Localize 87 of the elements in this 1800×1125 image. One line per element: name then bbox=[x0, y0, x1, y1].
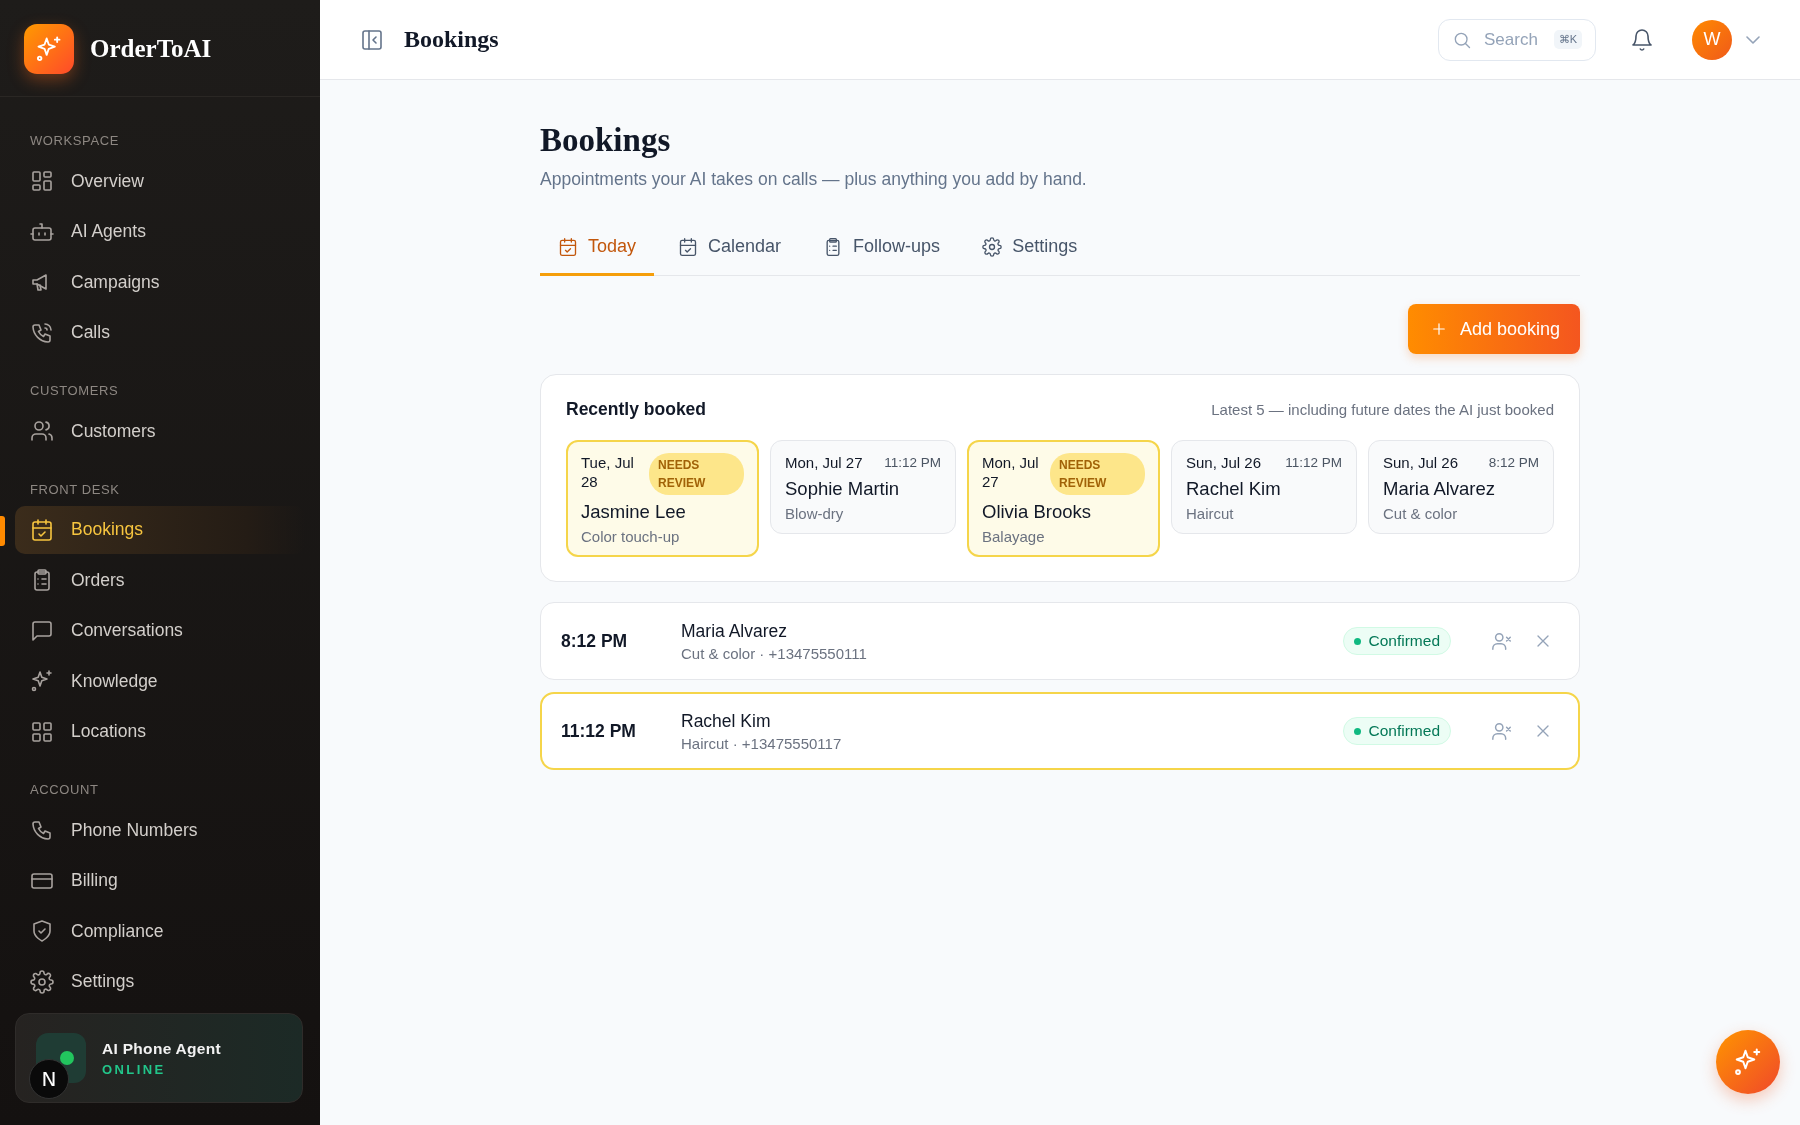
sparkle-icon bbox=[1733, 1047, 1763, 1077]
tab[interactable]: Settings bbox=[964, 222, 1096, 276]
sidebar-item[interactable]: Conversations bbox=[15, 606, 305, 655]
booking-time: 11:12 PM bbox=[884, 454, 941, 472]
phone-call-icon bbox=[30, 320, 54, 345]
sidebar-item[interactable]: Knowledge bbox=[15, 657, 305, 705]
page-subtitle: Appointments your AI takes on calls — plus anything you add by hand. bbox=[540, 169, 1088, 190]
tab[interactable]: Calendar bbox=[660, 222, 800, 276]
booking-date: Sun, Jul 26 bbox=[1383, 453, 1459, 472]
sidebar-item[interactable]: Locations bbox=[15, 707, 305, 756]
agent-title: AI Phone Agent bbox=[102, 1039, 221, 1058]
assistant-button[interactable] bbox=[1716, 1030, 1780, 1094]
grid-icon bbox=[30, 169, 54, 193]
agent-status: ONLINE bbox=[102, 1061, 167, 1077]
sidebar-item[interactable]: Campaigns bbox=[15, 258, 305, 306]
review-badge: NEEDS REVIEW bbox=[1050, 453, 1145, 495]
logo-icon bbox=[24, 24, 74, 74]
sidebar-item[interactable]: Billing bbox=[15, 856, 305, 905]
chat-icon bbox=[30, 618, 54, 643]
booking-time: 11:12 PM bbox=[1285, 454, 1342, 472]
customer-name: Maria Alvarez bbox=[1383, 478, 1497, 500]
sidebar-toggle-icon bbox=[360, 27, 384, 52]
calendar-icon bbox=[30, 517, 54, 542]
chevron-down-icon bbox=[1746, 35, 1760, 44]
section-label: ACCOUNT bbox=[29, 781, 100, 799]
user-remove-icon[interactable] bbox=[1491, 720, 1513, 742]
booking-card[interactable]: Sun, Jul 26 8:12 PM Maria Alvarez Cut & color bbox=[1368, 440, 1554, 534]
service-name: Cut & color bbox=[1383, 505, 1459, 522]
status-pill: Confirmed bbox=[1342, 627, 1451, 655]
booking-date: Tue, Jul 28 bbox=[581, 453, 635, 491]
settings-icon bbox=[982, 236, 1003, 257]
page-title: Bookings bbox=[540, 122, 672, 159]
sparkle-icon bbox=[30, 669, 54, 693]
tab[interactable]: Today bbox=[540, 222, 655, 276]
booking-row[interactable]: 8:12 PM Maria Alvarez Cut & color · +13475550111 Confirmed bbox=[540, 602, 1580, 680]
customer-name: Maria Alvarez bbox=[681, 620, 788, 642]
booking-date: Sun, Jul 26 bbox=[1186, 453, 1262, 472]
sidebar-item[interactable]: Overview bbox=[15, 157, 305, 205]
users-icon bbox=[30, 419, 54, 443]
section-label: WORKSPACE bbox=[29, 132, 120, 150]
customer-name: Jasmine Lee bbox=[581, 501, 687, 523]
calendar-icon bbox=[678, 236, 699, 257]
dev-badge[interactable]: N bbox=[29, 1059, 69, 1099]
bell-icon bbox=[1630, 27, 1654, 52]
booking-card[interactable]: Tue, Jul 28 NEEDS REVIEW Jasmine Lee Color touch-up bbox=[566, 440, 759, 557]
service-name: Balayage bbox=[982, 528, 1046, 545]
section-label: FRONT DESK bbox=[29, 480, 121, 499]
sidebar-item[interactable]: Phone Numbers bbox=[15, 806, 305, 854]
sidebar-item[interactable]: Calls bbox=[15, 308, 305, 357]
booking-time: 8:12 PM bbox=[1488, 454, 1539, 472]
booking-time: 8:12 PM bbox=[561, 630, 629, 652]
booking-card[interactable]: Mon, Jul 27 NEEDS REVIEW Olivia Brooks Balayage bbox=[967, 440, 1160, 557]
sidebar-item[interactable]: Compliance bbox=[15, 907, 305, 955]
panel-note: Latest 5 — including future dates the AI just booked bbox=[1211, 401, 1554, 418]
panel-title: Recently booked bbox=[566, 399, 707, 420]
sidebar-item[interactable]: Orders bbox=[15, 556, 305, 604]
booking-date: Mon, Jul 27 bbox=[785, 453, 863, 472]
booking-time: 11:12 PM bbox=[561, 720, 637, 742]
booking-row[interactable]: 11:12 PM Rachel Kim Haircut · +13475550117 Confirmed bbox=[540, 692, 1580, 770]
grid-icon bbox=[30, 719, 54, 744]
shield-icon bbox=[30, 919, 54, 943]
calendar-icon bbox=[558, 236, 578, 257]
brand-name: OrderToAI bbox=[90, 35, 212, 63]
sidebar-item[interactable]: Customers bbox=[15, 407, 305, 455]
customer-name: Rachel Kim bbox=[1186, 478, 1282, 500]
user-remove-icon[interactable] bbox=[1491, 630, 1513, 652]
booking-card[interactable]: Sun, Jul 26 11:12 PM Rachel Kim Haircut bbox=[1171, 440, 1357, 534]
settings-icon bbox=[30, 969, 54, 994]
active-indicator bbox=[0, 515, 5, 546]
customer-name: Olivia Brooks bbox=[982, 501, 1092, 523]
section-label: CUSTOMERS bbox=[29, 382, 120, 400]
service-name: Color touch-up bbox=[581, 528, 681, 545]
review-badge: NEEDS REVIEW bbox=[649, 453, 744, 495]
service-name: Haircut bbox=[1186, 505, 1235, 522]
status-pill: Confirmed bbox=[1342, 717, 1451, 745]
customer-name: Sophie Martin bbox=[785, 478, 901, 500]
page-header-title: Bookings bbox=[404, 26, 500, 53]
booking-detail: Cut & color · +13475550111 bbox=[681, 644, 868, 662]
tab[interactable]: Follow-ups bbox=[805, 222, 959, 276]
booking-card[interactable]: Mon, Jul 27 11:12 PM Sophie Martin Blow-dry bbox=[770, 440, 956, 534]
phone-icon bbox=[30, 818, 54, 842]
customer-name: Rachel Kim bbox=[681, 710, 772, 732]
booking-detail: Haircut · +13475550117 bbox=[681, 734, 843, 752]
sidebar-item[interactable]: AI Agents bbox=[15, 207, 305, 256]
booking-date: Mon, Jul 27 bbox=[982, 453, 1040, 491]
sidebar-item[interactable]: Settings bbox=[15, 957, 305, 1006]
service-name: Blow-dry bbox=[785, 505, 845, 522]
